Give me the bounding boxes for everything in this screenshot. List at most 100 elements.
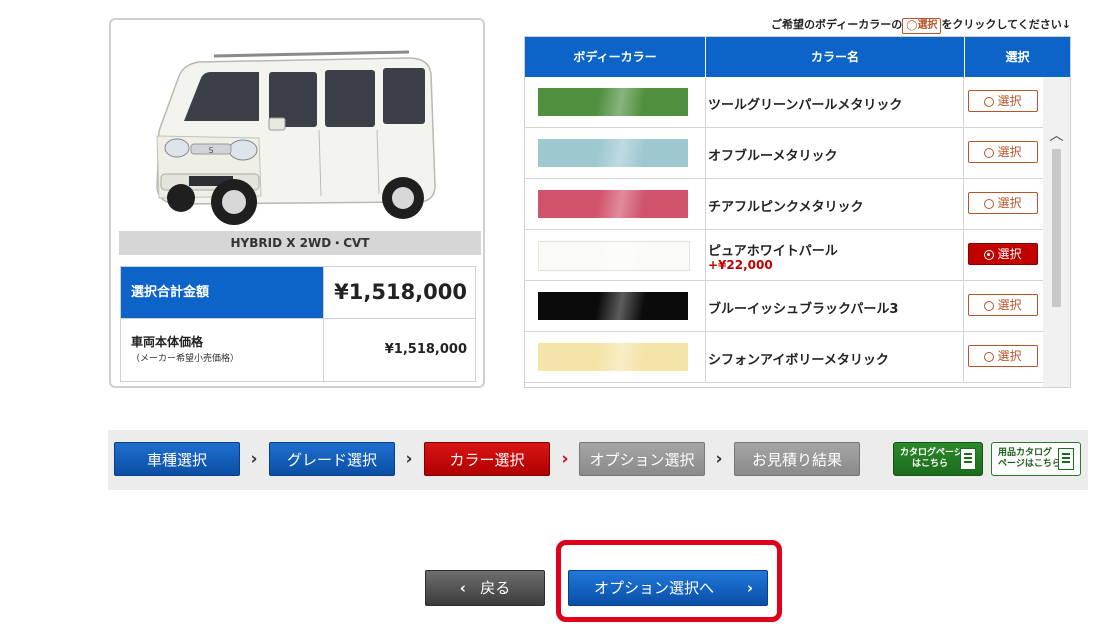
radio-icon: [984, 199, 995, 209]
color-swatch[interactable]: [538, 241, 690, 271]
chevron-left-icon: ‹: [459, 579, 466, 597]
radio-icon: [984, 148, 995, 158]
color-name-cell: ブルーイッシュブラックパール3: [706, 281, 964, 331]
swatch-cell: [525, 230, 706, 280]
select-cell: 選択: [965, 179, 1043, 229]
swatch-cell: [525, 77, 706, 127]
back-button-label: 戻る: [480, 579, 511, 597]
select-button[interactable]: 選択: [968, 90, 1038, 112]
color-table-header: ボディーカラー カラー名 選択: [525, 37, 1070, 77]
instruction-prefix: ご希望のボディーカラーの: [771, 18, 903, 31]
step-navigation: 車種選択 › グレード選択 › カラー選択 › オプション選択 › お見積り結果…: [108, 430, 1088, 490]
select-cell: 選択: [965, 281, 1043, 331]
next-button-label: オプション選択へ: [594, 579, 715, 597]
instruction-select-sample: ◯選択: [902, 18, 942, 34]
price-table: 選択合計金額 ¥1,518,000 車両本体価格 （メーカー希望小売価格） ¥1…: [120, 266, 476, 382]
color-swatch[interactable]: [538, 343, 688, 371]
select-button[interactable]: 選択: [968, 141, 1038, 163]
swatch-cell: [525, 179, 706, 229]
select-label: 選択: [997, 94, 1022, 108]
color-swatch[interactable]: [538, 139, 688, 167]
radio-icon: [984, 250, 995, 260]
chevron-right-icon: ›: [746, 579, 753, 597]
select-label: 選択: [997, 196, 1022, 210]
color-table-scrollbar[interactable]: ︿ ﹀: [1043, 77, 1070, 387]
color-swatch[interactable]: [538, 190, 688, 218]
car-image: S: [119, 26, 481, 234]
header-body-color: ボディーカラー: [525, 37, 706, 77]
base-price-row: 車両本体価格 （メーカー希望小売価格） ¥1,518,000: [121, 319, 475, 381]
select-cell: 選択: [965, 230, 1043, 280]
color-name: ツールグリーンパールメタリック: [708, 98, 903, 113]
document-icon: [1058, 448, 1074, 470]
radio-icon: [984, 97, 995, 107]
header-select: 選択: [1005, 50, 1030, 64]
select-label: 選択: [997, 247, 1022, 261]
total-price-value: ¥1,518,000: [323, 267, 475, 318]
color-name-cell: ツールグリーンパールメタリック: [706, 77, 964, 127]
accessory-catalog-link[interactable]: 用品カタログ ページはこちら: [991, 442, 1081, 476]
select-cell: 選択: [965, 77, 1043, 127]
color-extra-price: +¥22,000: [708, 258, 773, 272]
color-instruction: ご希望のボディーカラーの ◯選択 をクリックしてください↓: [737, 16, 1071, 34]
select-label: 選択: [997, 349, 1022, 363]
car-card: S HYBRID X 2WD・CVT 選択合計金額 ¥1,518,000 車両本…: [109, 18, 485, 388]
catalog-page-link[interactable]: カタログページ はこちら: [893, 442, 983, 476]
select-button[interactable]: 選択: [968, 243, 1038, 265]
swatch-cell: [525, 332, 706, 382]
color-table: ボディーカラー カラー名 選択 ツールグリーンパールメタリック 選択 オフブルーメタ…: [524, 36, 1071, 388]
color-name-cell: オフブルーメタリック: [706, 128, 964, 178]
scroll-thumb[interactable]: [1052, 149, 1061, 307]
color-swatch[interactable]: [538, 88, 688, 116]
color-row[interactable]: オフブルーメタリック 選択: [525, 128, 1043, 179]
radio-icon: [984, 301, 995, 311]
step-grade-select[interactable]: グレード選択: [269, 442, 395, 476]
color-name: ブルーイッシュブラックパール3: [708, 302, 899, 317]
base-price-value: ¥1,518,000: [323, 319, 475, 381]
select-button[interactable]: 選択: [968, 294, 1038, 316]
select-button[interactable]: 選択: [968, 192, 1038, 214]
total-price-label: 選択合計金額: [121, 267, 323, 318]
color-name: チアフルピンクメタリック: [708, 200, 864, 215]
color-row[interactable]: チアフルピンクメタリック 選択: [525, 179, 1043, 230]
next-option-button[interactable]: オプション選択へ ›: [568, 570, 768, 606]
step-arrow-icon: ›: [561, 449, 569, 469]
color-name-cell: ピュアホワイトパール +¥22,000: [706, 230, 964, 280]
color-name: シフォンアイボリーメタリック: [708, 353, 889, 368]
swatch-cell: [525, 281, 706, 331]
svg-text:S: S: [208, 146, 213, 155]
radio-icon: [984, 352, 995, 362]
base-price-label-cell: 車両本体価格 （メーカー希望小売価格）: [121, 319, 323, 381]
step-option-select[interactable]: オプション選択: [579, 442, 705, 476]
grade-label: HYBRID X 2WD・CVT: [119, 231, 481, 255]
color-row[interactable]: ブルーイッシュブラックパール3 選択: [525, 281, 1043, 332]
color-name: オフブルーメタリック: [708, 149, 838, 164]
color-name: ピュアホワイトパール: [708, 244, 838, 259]
color-rows[interactable]: ツールグリーンパールメタリック 選択 オフブルーメタリック 選択 チアフルピンクメタリッ…: [525, 77, 1043, 387]
document-icon: [960, 448, 976, 470]
back-button[interactable]: ‹ 戻る: [425, 570, 545, 606]
select-cell: 選択: [965, 128, 1043, 178]
select-label: 選択: [997, 145, 1022, 159]
select-cell: 選択: [965, 332, 1043, 382]
step-model-select[interactable]: 車種選択: [114, 442, 240, 476]
instruction-suffix: をクリックしてください↓: [941, 18, 1071, 31]
total-price-row: 選択合計金額 ¥1,518,000: [121, 267, 475, 319]
step-arrow-icon: ›: [250, 449, 258, 469]
color-name-cell: チアフルピンクメタリック: [706, 179, 964, 229]
step-estimate-result[interactable]: お見積り結果: [734, 442, 860, 476]
swatch-cell: [525, 128, 706, 178]
color-row[interactable]: シフォンアイボリーメタリック 選択: [525, 332, 1043, 383]
color-swatch[interactable]: [538, 292, 688, 320]
step-arrow-icon: ›: [405, 449, 413, 469]
base-price-sublabel: （メーカー希望小売価格）: [131, 354, 240, 364]
select-label: 選択: [997, 298, 1022, 312]
color-row[interactable]: ツールグリーンパールメタリック 選択: [525, 77, 1043, 128]
color-name-cell: シフォンアイボリーメタリック: [706, 332, 964, 382]
select-button[interactable]: 選択: [968, 345, 1038, 367]
scroll-up-icon[interactable]: ︿: [1043, 125, 1070, 147]
step-arrow-icon: ›: [715, 449, 723, 469]
color-row[interactable]: ピュアホワイトパール +¥22,000 選択: [525, 230, 1043, 281]
step-color-select[interactable]: カラー選択: [424, 442, 550, 476]
base-price-label: 車両本体価格: [131, 335, 204, 349]
